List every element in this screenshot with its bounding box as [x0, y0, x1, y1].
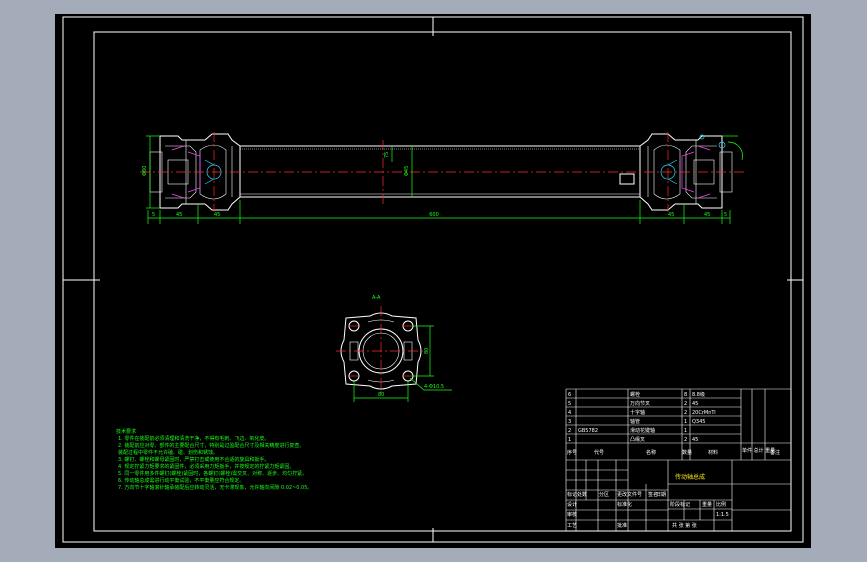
- bom-material: 45: [692, 401, 698, 407]
- change-doc-label: 更改文件号: [617, 491, 642, 498]
- bom-qty: 2: [684, 401, 687, 407]
- bom-header-remark: 备注: [770, 449, 780, 456]
- note-line: 4. 规定拧紧力矩要求的紧固件，必须采用力矩扳手，并按规定的拧紧力矩紧固。: [118, 463, 294, 470]
- bom-no: 6: [568, 392, 571, 398]
- bom-qty: 2: [684, 437, 687, 443]
- note-line: 装配过程中零件不允许磕、碰、划伤和锈蚀。: [118, 449, 218, 456]
- bom-name: 十字轴: [630, 409, 645, 416]
- section-hole-dim: 4-Φ10.5: [424, 384, 444, 390]
- notes-title: 技术要求: [116, 428, 136, 435]
- bom-qty: 8: [684, 392, 687, 398]
- bom-name: 螺栓: [630, 391, 640, 398]
- bom-no: 4: [568, 410, 571, 416]
- bom-material: 20CrMnTi: [692, 410, 716, 416]
- stage-label: 阶段标记: [670, 501, 690, 508]
- note-line: 3. 螺钉、螺栓和螺母紧固时，严禁打击或使用不合适的旋具和扳手。: [118, 456, 269, 463]
- small-dim-4: 45: [668, 212, 674, 218]
- bom-header-no: 序号: [567, 449, 577, 456]
- bom-name: 万向节叉: [630, 400, 650, 407]
- diameter-dim: Φ45: [404, 166, 410, 176]
- bom-no: 3: [568, 419, 571, 425]
- overall-length-dim: 600: [429, 212, 439, 218]
- small-dim-3: 45: [214, 212, 220, 218]
- bom-qty: 1: [684, 428, 687, 434]
- designer-label: 设计: [567, 501, 577, 508]
- cad-drawing: 600 5 45 45 45 45 5 Φ45 75 Φ80 A-A 80 80…: [55, 14, 811, 548]
- bom-name: 轴管: [630, 418, 640, 425]
- bom-header-material: 材料: [708, 449, 718, 456]
- bom-no: 1: [568, 437, 571, 443]
- weight-label: 重量: [702, 501, 712, 508]
- small-dim-5: 45: [704, 212, 710, 218]
- scale-label: 比例: [716, 501, 726, 508]
- height-dim: 75: [384, 152, 390, 158]
- standard-label: 标准化: [617, 501, 632, 508]
- count-label: 处数: [577, 491, 587, 498]
- small-dim-2: 45: [176, 212, 182, 218]
- process-label: 工艺: [567, 523, 577, 529]
- bom-header-name: 名称: [646, 449, 656, 456]
- bom-name: 凸缘叉: [630, 436, 645, 443]
- bom-name: 滑动花键轴: [630, 427, 655, 434]
- approve-label: 批准: [617, 522, 627, 529]
- bom-code: GB5782: [578, 428, 598, 434]
- mark-label: 标记: [567, 491, 577, 498]
- bom-qty: 1: [684, 419, 687, 425]
- note-line: 2. 装配前应对零、部件的主要配合尺寸，特别是过盈配合尺寸及相关精度进行复查。: [118, 442, 304, 449]
- note-line: 7. 万向节十字轴滚针轴承装配后应转动灵活，无卡滞现象，允许轴向间隙 0.02~…: [118, 484, 312, 491]
- small-dim-1: 5: [152, 212, 155, 218]
- checker-label: 审核: [567, 511, 577, 518]
- bom-material: 8.8级: [692, 391, 705, 398]
- zone-label: 分区: [599, 491, 609, 498]
- note-line: 1. 零件在装配前必须清理和清洗干净，不得有毛刺、飞边、氧化皮。: [118, 435, 269, 442]
- section-width-dim: 80: [378, 392, 384, 398]
- scale-value: 1:1.5: [716, 512, 729, 518]
- note-line: 6. 传动轴总成需进行动平衡试验，不平衡量应符合规定。: [118, 477, 244, 484]
- section-label: A-A: [372, 295, 381, 301]
- bom-qty: 2: [684, 410, 687, 416]
- drawing-name: 传动轴总成: [675, 473, 705, 481]
- note-line: 5. 同一零件用多件螺钉(螺栓)紧固时，各螺钉(螺栓)需交叉、对称、逐步、均匀拧…: [118, 470, 307, 477]
- sheet-label: 共 张 第 张: [672, 522, 697, 529]
- bom-material: Q345: [692, 419, 705, 425]
- date-label: 日期: [656, 492, 666, 498]
- bom-no: 5: [568, 401, 571, 407]
- bom-header-qty: 数量: [682, 449, 692, 456]
- small-dim-6: 5: [724, 212, 727, 218]
- bom-header-code: 代号: [594, 449, 604, 456]
- flange-dim: Φ80: [142, 166, 148, 176]
- bom-no: 2: [568, 428, 571, 434]
- section-height-dim: 80: [424, 348, 430, 354]
- bom-material: 45: [692, 437, 698, 443]
